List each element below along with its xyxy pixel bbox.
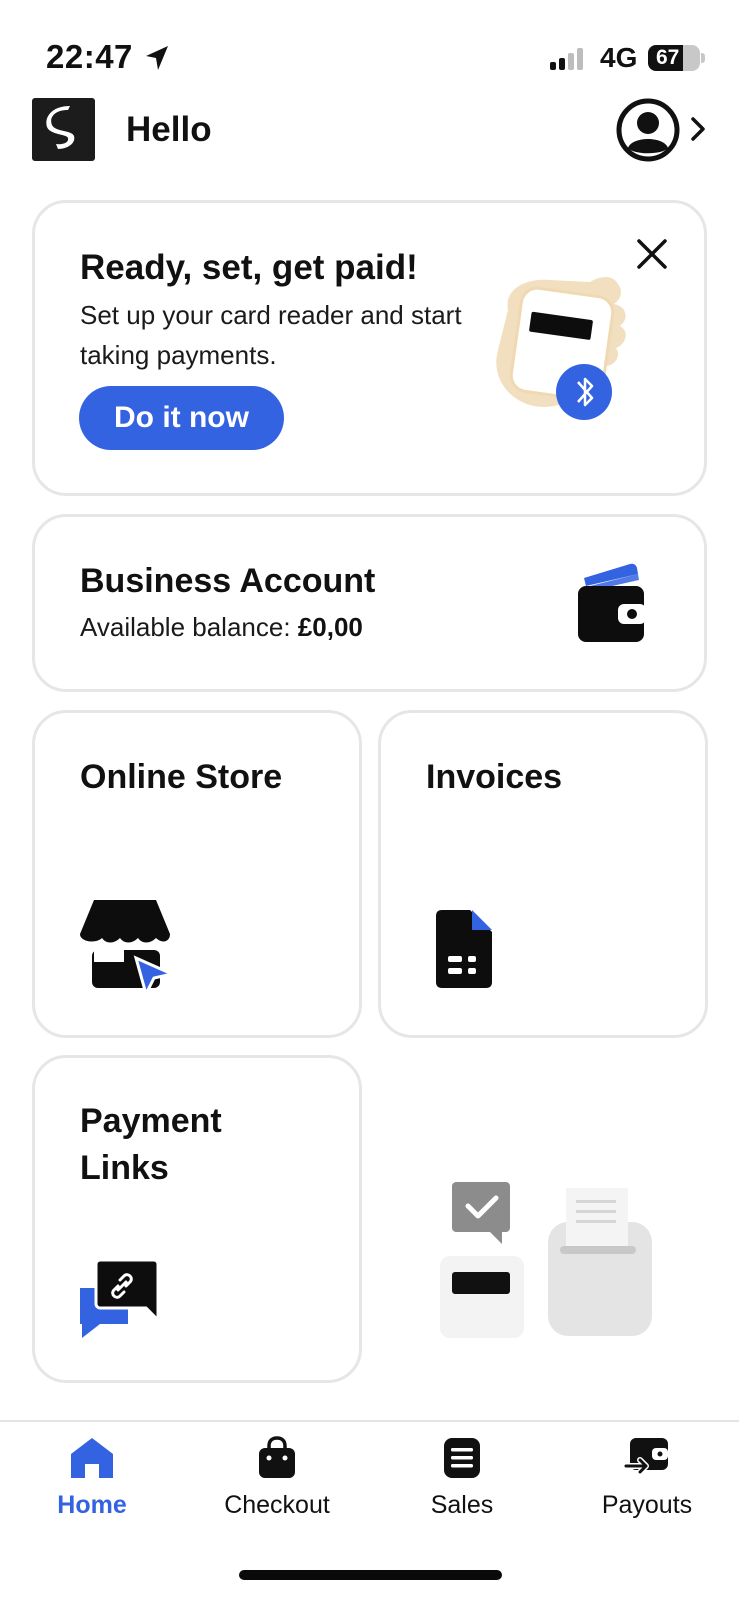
- card-reader-illustration: [496, 277, 626, 420]
- nav-home[interactable]: Home: [17, 1436, 167, 1520]
- logo-icon: [46, 106, 75, 149]
- wallet-icon: [578, 563, 646, 642]
- status-time: 22:47: [46, 38, 133, 75]
- app-logo[interactable]: [32, 98, 95, 161]
- nav-payouts[interactable]: Payouts: [572, 1436, 722, 1520]
- balance-label: Available balance:: [80, 612, 291, 642]
- balance-value: £0,00: [297, 612, 363, 642]
- signal-icon: [550, 48, 583, 70]
- battery-indicator: 67: [648, 45, 700, 71]
- chevron-right-icon[interactable]: [690, 116, 706, 142]
- available-balance: Available balance: £0,00: [80, 612, 363, 643]
- hardware-illustration: [440, 1182, 652, 1338]
- battery-nub: [701, 53, 705, 63]
- payment-link-chat-icon: [80, 1258, 160, 1338]
- online-store-title: Online Store: [80, 758, 283, 796]
- invoice-document-icon: [436, 910, 492, 988]
- invoices-title: Invoices: [426, 758, 563, 796]
- nav-checkout[interactable]: Checkout: [202, 1436, 352, 1520]
- nav-home-label: Home: [57, 1491, 127, 1519]
- payment-links-title: Payment Links: [80, 1102, 222, 1187]
- bag-icon: [259, 1436, 295, 1478]
- profile-avatar-icon[interactable]: [616, 98, 680, 162]
- list-icon: [444, 1438, 480, 1478]
- do-it-now-button[interactable]: Do it now: [79, 386, 284, 450]
- business-account-title: Business Account: [80, 562, 376, 600]
- nav-checkout-label: Checkout: [224, 1491, 330, 1519]
- nav-payouts-label: Payouts: [601, 1491, 693, 1519]
- payout-wallet-icon: [623, 1438, 668, 1475]
- home-indicator[interactable]: [239, 1570, 502, 1580]
- close-icon[interactable]: [636, 238, 668, 270]
- nav-sales-label: Sales: [430, 1491, 494, 1519]
- promo-title: Ready, set, get paid!: [80, 248, 418, 287]
- home-icon: [71, 1438, 113, 1478]
- promo-text: Set up your card reader and start taking…: [80, 300, 462, 370]
- nav-sales[interactable]: Sales: [387, 1436, 537, 1520]
- network-type: 4G: [600, 42, 638, 73]
- location-arrow-icon: [146, 46, 168, 70]
- store-icon: [80, 900, 176, 994]
- greeting: Hello: [126, 110, 212, 149]
